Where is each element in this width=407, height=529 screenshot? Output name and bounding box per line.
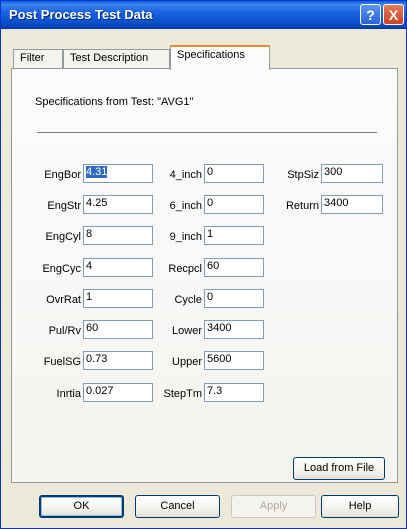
label-9-inch: 9_inch [169,231,202,243]
field-cycle[interactable]: 0 [204,289,264,308]
label-6-inch: 6_inch [169,200,202,212]
field-engcyc[interactable]: 4 [83,258,153,277]
label-engcyl: EngCyl [45,231,81,243]
field-recpcl[interactable]: 60 [204,258,264,277]
field-engbor[interactable]: 4.31 [83,164,153,183]
label-lower: Lower [172,325,202,337]
tab-specifications[interactable]: Specifications [170,45,270,70]
field-upper[interactable]: 5600 [204,351,264,370]
field-ovrrat[interactable]: 1 [83,289,153,308]
label-inrtia: Inrtia [56,388,81,400]
field-lower[interactable]: 3400 [204,320,264,339]
field-9-inch[interactable]: 1 [204,226,264,245]
close-button[interactable]: X [383,4,404,25]
label-engcyc: EngCyc [42,263,81,275]
label-engbor: EngBor [44,169,81,181]
cancel-button[interactable]: Cancel [135,495,220,518]
specifications-heading: Specifications from Test: "AVG1" [35,96,194,108]
field-engcyl[interactable]: 8 [83,226,153,245]
window-title: Post Process Test Data [9,7,153,22]
label-cycle: Cycle [174,294,202,306]
help-title-button[interactable]: ? [360,4,381,25]
label-4-inch: 4_inch [169,169,202,181]
tab-test-description[interactable]: Test Description [63,49,170,69]
dialog-window: Post Process Test Data ? X Filter Test D… [0,0,407,529]
label-ovrrat: OvrRat [46,294,81,306]
title-bar[interactable]: Post Process Test Data ? X [1,1,406,29]
label-fuelsg: FuelSG [43,356,81,368]
tab-filter[interactable]: Filter [13,49,63,69]
field-stpsiz[interactable]: 300 [321,164,383,183]
field-pul-rv[interactable]: 60 [83,320,153,339]
field-fuelsg[interactable]: 0.73 [83,351,153,370]
field-return[interactable]: 3400 [321,195,383,214]
label-engstr: EngStr [47,200,81,212]
ok-button[interactable]: OK [39,495,124,518]
label-return: Return [285,200,319,212]
label-steptm: StepTm [163,388,202,400]
apply-button[interactable]: Apply [231,495,316,518]
label-recpcl: Recpcl [168,263,202,275]
label-pul-rv: Pul/Rv [48,325,81,337]
load-from-file-button[interactable]: Load from File [293,457,385,480]
value-engbor: 4.31 [86,166,108,178]
field-engstr[interactable]: 4.25 [83,195,153,214]
question-mark-icon: ? [366,6,375,23]
separator-line [37,132,377,134]
label-stpsiz: StpSiz [287,169,319,181]
close-icon: X [388,6,399,23]
help-button[interactable]: Help [321,495,399,518]
field-6-inch[interactable]: 0 [204,195,264,214]
label-upper: Upper [172,356,202,368]
field-steptm[interactable]: 7.3 [204,383,264,402]
field-inrtia[interactable]: 0.027 [83,383,153,402]
field-4-inch[interactable]: 0 [204,164,264,183]
